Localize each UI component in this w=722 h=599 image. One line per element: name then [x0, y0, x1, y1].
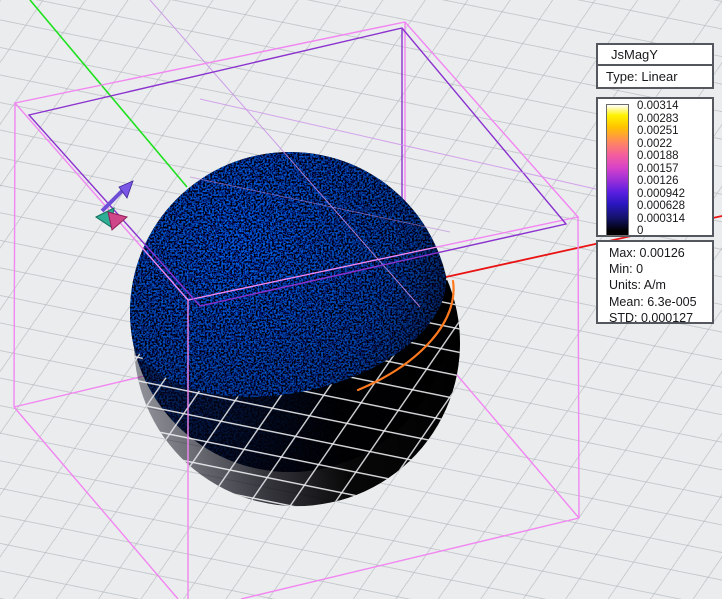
stat-mean: Mean: 6.3e-005 — [609, 294, 712, 310]
legend-type-box: Type: Linear — [596, 64, 714, 89]
legend-title-box: JsMagY — [596, 43, 714, 66]
legend-scale-type: Type: Linear — [606, 69, 678, 84]
scale-value: 0.00314 — [637, 100, 685, 113]
region-box-right-edge[interactable] — [578, 217, 579, 518]
scale-value: 0.00126 — [637, 175, 685, 188]
region-box-bottom-left-edge[interactable] — [14, 407, 178, 599]
color-scale-legend[interactable]: JsMagY Type: Linear 0.00314 0.00283 0.00… — [596, 43, 714, 324]
legend-stats-box: Max: 0.00126 Min: 0 Units: A/m Mean: 6.3… — [596, 240, 714, 324]
region-box-left-edge[interactable] — [14, 103, 15, 407]
y-axis-line — [30, 0, 187, 187]
region-box-bottom-right-edge[interactable] — [241, 518, 579, 599]
scale-value: 0.00157 — [637, 163, 685, 176]
stat-std: STD: 0.000127 — [609, 310, 712, 326]
3d-viewport[interactable]: JsMagY Type: Linear 0.00314 0.00283 0.00… — [0, 0, 722, 599]
scale-value: 0.00188 — [637, 150, 685, 163]
excitation-arrow-triad[interactable] — [96, 181, 133, 230]
legend-title: JsMagY — [611, 47, 658, 62]
scale-value: 0.00251 — [637, 125, 685, 138]
stat-units: Units: A/m — [609, 277, 712, 293]
scale-value: 0.000314 — [637, 213, 685, 226]
scale-value: 0.000628 — [637, 200, 685, 213]
scale-value: 0.000942 — [637, 188, 685, 201]
scale-value: 0.00283 — [637, 113, 685, 126]
scale-value: 0 — [637, 225, 685, 238]
stat-max: Max: 0.00126 — [609, 245, 712, 261]
stat-min: Min: 0 — [609, 261, 712, 277]
arrow-head-icon — [119, 181, 133, 198]
scale-value: 0.0022 — [637, 138, 685, 151]
colorbar-values: 0.00314 0.00283 0.00251 0.0022 0.00188 0… — [637, 100, 685, 238]
colorbar-gradient — [606, 104, 629, 236]
legend-scale-box: 0.00314 0.00283 0.00251 0.0022 0.00188 0… — [596, 97, 714, 237]
